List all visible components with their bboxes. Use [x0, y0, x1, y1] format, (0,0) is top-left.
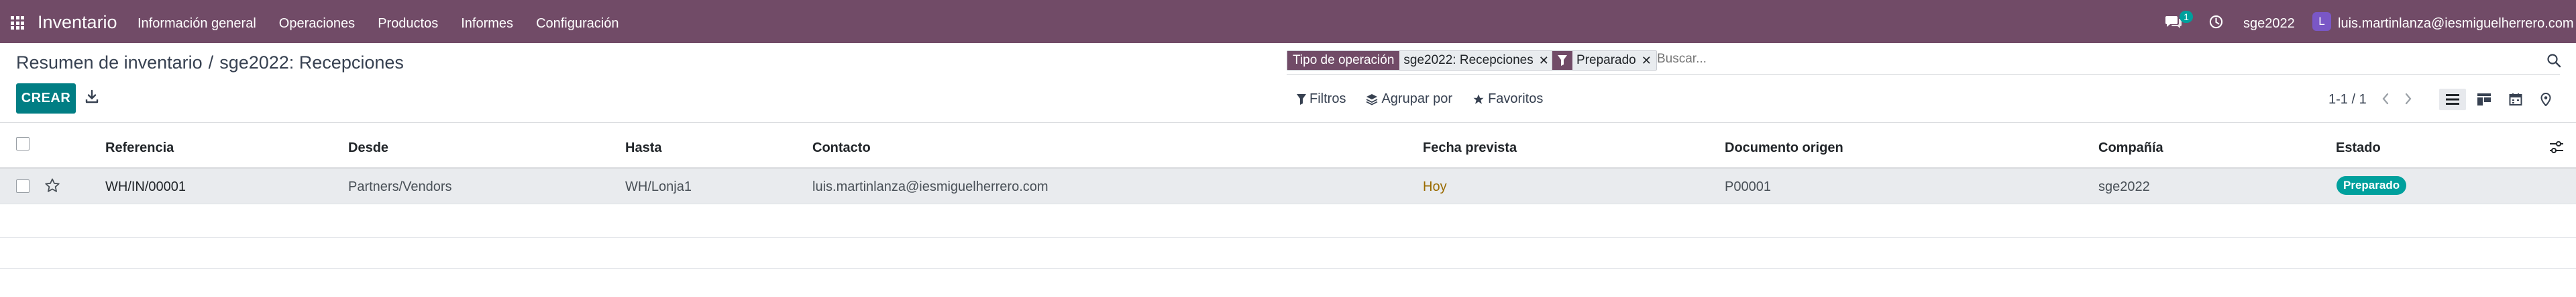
menu-item-operaciones[interactable]: Operaciones	[279, 16, 355, 32]
filter-icon	[1297, 93, 1306, 105]
user-menu[interactable]: luis.martinlanza@iesmiguelherrero.com	[2338, 16, 2574, 32]
search-bar: Tipo de operación sge2022: Recepciones ✕…	[1287, 49, 2573, 75]
search-panel-menus: Filtros Agrupar por Favoritos	[1297, 91, 1563, 107]
menu-item-informes[interactable]: Informes	[461, 16, 513, 32]
pager-value[interactable]: 1-1 / 1	[2328, 92, 2367, 108]
favorites-menu-button[interactable]: Favoritos	[1472, 91, 1543, 107]
map-view-icon[interactable]	[2532, 89, 2559, 110]
search-input[interactable]	[1657, 52, 2328, 67]
download-icon[interactable]	[85, 89, 99, 104]
list-top-border	[0, 122, 2576, 123]
cell-documento-origen: P00001	[1725, 179, 1771, 194]
facet-label: Tipo de operación	[1287, 51, 1400, 70]
cell-hasta: WH/Lonja1	[625, 179, 692, 194]
filters-label: Filtros	[1309, 91, 1346, 106]
menu-item-informacion-general[interactable]: Información general	[138, 16, 256, 32]
chat-count-badge: 1	[2180, 11, 2193, 23]
status-badge: Preparado	[2337, 176, 2407, 195]
chevron-right-icon[interactable]	[2402, 91, 2415, 106]
group-by-menu-button[interactable]: Agrupar por	[1366, 91, 1452, 107]
layers-icon	[1366, 93, 1378, 105]
table-row[interactable]: WH/IN/00001 Partners/Vendors WH/Lonja1 l…	[0, 169, 2576, 204]
menu-item-productos[interactable]: Productos	[378, 16, 438, 32]
apps-menu-icon[interactable]	[11, 16, 24, 30]
search-facet-filter: Preparado ✕	[1552, 50, 1657, 71]
breadcrumb-parent[interactable]: Resumen de inventario	[16, 52, 203, 73]
facet-value: sge2022: Recepciones	[1403, 53, 1534, 67]
facet-remove-icon[interactable]: ✕	[1640, 51, 1656, 70]
create-button[interactable]: CREAR	[16, 83, 76, 114]
column-header-desde[interactable]: Desde	[348, 140, 388, 156]
cell-fecha-prevista: Hoy	[1423, 179, 1447, 194]
main-menu: Información general Operaciones Producto…	[138, 16, 641, 32]
column-header-fecha-prevista[interactable]: Fecha prevista	[1423, 140, 1517, 156]
kanban-view-icon[interactable]	[2471, 89, 2498, 110]
database-name[interactable]: sge2022	[2243, 16, 2295, 32]
column-header-compania[interactable]: Compañía	[2098, 140, 2163, 156]
breadcrumb: Resumen de inventario / sge2022: Recepcion…	[16, 52, 404, 73]
facet-value: Preparado	[1576, 53, 1636, 67]
star-icon	[1473, 94, 1484, 104]
menu-item-configuracion[interactable]: Configuración	[536, 16, 619, 32]
column-header-estado[interactable]: Estado	[2336, 140, 2381, 156]
column-header-referencia[interactable]: Referencia	[105, 140, 174, 156]
optional-columns-icon[interactable]	[2548, 139, 2565, 155]
cell-referencia: WH/IN/00001	[105, 179, 186, 194]
clock-icon[interactable]	[2209, 15, 2223, 29]
search-underline	[1287, 74, 2560, 75]
search-facet-operation-type: Tipo de operación sge2022: Recepciones ✕	[1287, 50, 1554, 71]
table-header: Referencia Desde Hasta Contacto Fecha pr…	[0, 128, 2576, 166]
column-header-documento-origen[interactable]: Documento origen	[1725, 140, 1843, 156]
breadcrumb-separator: /	[208, 52, 214, 73]
row-checkbox[interactable]	[16, 179, 30, 193]
app-brand[interactable]: Inventario	[38, 12, 117, 33]
cell-desde: Partners/Vendors	[348, 179, 452, 194]
calendar-view-icon[interactable]	[2502, 89, 2529, 110]
cell-compania: sge2022	[2098, 179, 2150, 194]
filters-menu-button[interactable]: Filtros	[1297, 91, 1346, 107]
list-view-icon[interactable]	[2439, 89, 2466, 110]
column-header-contacto[interactable]: Contacto	[812, 140, 871, 156]
filter-icon	[1552, 51, 1572, 70]
select-all-checkbox[interactable]	[16, 137, 30, 151]
empty-row-divider	[0, 268, 2576, 269]
breadcrumb-current: sge2022: Recepciones	[219, 52, 404, 73]
search-icon[interactable]	[2546, 53, 2561, 68]
favorites-label: Favoritos	[1488, 91, 1544, 106]
empty-row-divider	[0, 237, 2576, 238]
user-avatar[interactable]: L	[2312, 12, 2331, 31]
group-by-label: Agrupar por	[1381, 91, 1453, 106]
cell-contacto: luis.martinlanza@iesmiguelherrero.com	[812, 179, 1049, 194]
top-navbar: Inventario Información general Operacion…	[0, 0, 2576, 43]
chevron-left-icon[interactable]	[2379, 91, 2392, 106]
column-header-hasta[interactable]: Hasta	[625, 140, 661, 156]
priority-star-icon[interactable]	[44, 177, 60, 194]
